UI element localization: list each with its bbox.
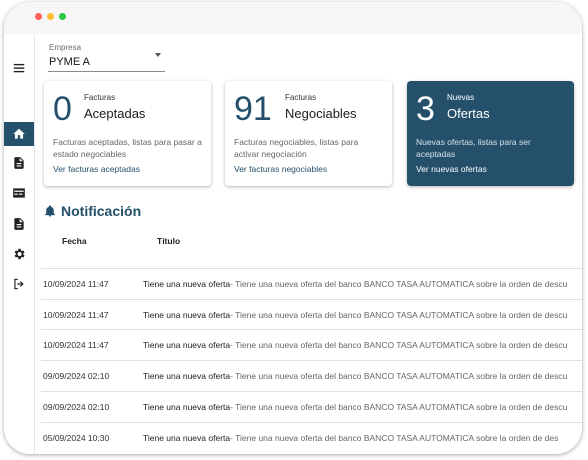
row-date: 05/09/2024 10:30 xyxy=(43,433,110,443)
row-date: 10/09/2024 11:47 xyxy=(43,310,109,320)
column-header-title: Título xyxy=(157,236,181,246)
card-icon[interactable] xyxy=(4,181,34,205)
row-date: 09/09/2024 02:10 xyxy=(43,371,110,381)
row-message: - Tiene una nueva oferta del banco BANCO… xyxy=(230,371,568,381)
row-title: Tiene una nueva oferta- Tiene una nueva … xyxy=(143,310,582,320)
notifications-heading: Notificación xyxy=(45,203,141,219)
new-offers-count: 3 xyxy=(416,90,435,128)
row-title: Tiene una nueva oferta- Tiene una nueva … xyxy=(143,371,582,381)
row-title-text: Tiene una nueva oferta xyxy=(143,433,231,443)
row-message: - Tiene una nueva oferta del banco BANCO… xyxy=(230,310,568,320)
negotiable-invoices-title: Negociables xyxy=(285,106,357,121)
row-title: Tiene una nueva oferta- Tiene una nueva … xyxy=(143,402,582,412)
document-icon[interactable] xyxy=(4,212,34,236)
accepted-invoices-title: Aceptadas xyxy=(84,106,146,121)
sidebar xyxy=(4,34,35,454)
negotiable-invoices-count: 91 xyxy=(234,90,272,128)
accepted-invoices-description: Facturas aceptadas, listas para pasar a … xyxy=(53,137,202,159)
row-title: Tiene una nueva oferta- Tiene una nueva … xyxy=(143,279,582,289)
row-title: Tiene una nueva oferta- Tiene una nueva … xyxy=(143,433,582,443)
close-window-button[interactable] xyxy=(35,13,42,20)
chevron-down-icon[interactable] xyxy=(155,53,161,57)
gear-icon[interactable] xyxy=(4,242,34,266)
menu-icon[interactable] xyxy=(4,56,34,80)
minimize-window-button[interactable] xyxy=(47,13,54,20)
accepted-invoices-count: 0 xyxy=(53,90,72,128)
row-title-text: Tiene una nueva oferta xyxy=(143,310,231,320)
table-row[interactable]: 10/09/2024 11:47 Tiene una nueva oferta-… xyxy=(41,299,582,330)
home-icon[interactable] xyxy=(4,122,34,146)
column-header-date: Fecha xyxy=(62,236,87,246)
main-content: Empresa PYME A 0 Facturas Aceptadas Fact… xyxy=(35,34,582,454)
row-title-text: Tiene una nueva oferta xyxy=(143,279,231,289)
row-date: 10/09/2024 11:47 xyxy=(43,340,109,350)
table-row[interactable]: 10/09/2024 11:47 Tiene una nueva oferta-… xyxy=(41,329,582,360)
row-message: - Tiene una nueva oferta del banco BANCO… xyxy=(230,402,568,412)
row-title-text: Tiene una nueva oferta xyxy=(143,340,231,350)
new-offers-small-label: Nuevas xyxy=(447,93,475,102)
negotiable-invoices-description: Facturas negociables, listas para activa… xyxy=(234,137,359,159)
table-row[interactable]: 10/09/2024 11:47 Tiene una nueva oferta-… xyxy=(41,268,582,299)
table-row[interactable]: 09/09/2024 02:10 Tiene una nueva oferta-… xyxy=(41,360,582,391)
row-date: 10/09/2024 11:47 xyxy=(43,279,109,289)
row-message: - Tiene una nueva oferta del banco BANCO… xyxy=(230,279,568,289)
row-date: 09/09/2024 02:10 xyxy=(43,402,110,412)
window-titlebar xyxy=(4,2,582,34)
company-select-label: Empresa xyxy=(49,43,82,52)
view-negotiable-invoices-link[interactable]: Ver facturas negociables xyxy=(234,164,327,174)
negotiable-invoices-card: 91 Facturas Negociables Facturas negocia… xyxy=(225,81,392,186)
company-select[interactable]: Empresa PYME A xyxy=(48,40,165,72)
table-row[interactable]: 05/09/2024 10:30 Tiene una nueva oferta-… xyxy=(41,422,582,453)
new-offers-title: Ofertas xyxy=(447,106,490,121)
row-message: - Tiene una nueva oferta del banco BANCO… xyxy=(230,340,568,350)
row-message: - Tiene una nueva oferta del banco BANCO… xyxy=(230,433,559,443)
company-select-value: PYME A xyxy=(49,56,90,68)
view-accepted-invoices-link[interactable]: Ver facturas aceptadas xyxy=(53,164,140,174)
app-window: Empresa PYME A 0 Facturas Aceptadas Fact… xyxy=(4,2,582,454)
accepted-invoices-card: 0 Facturas Aceptadas Facturas aceptadas,… xyxy=(44,81,211,186)
maximize-window-button[interactable] xyxy=(59,13,66,20)
row-title-text: Tiene una nueva oferta xyxy=(143,371,231,381)
view-new-offers-link[interactable]: Ver nuevas ofertas xyxy=(416,164,487,174)
new-offers-card: 3 Nuevas Ofertas Nuevas ofertas, listas … xyxy=(407,81,574,186)
negotiable-invoices-small-label: Facturas xyxy=(285,93,317,102)
table-row[interactable]: 09/09/2024 02:10 Tiene una nueva oferta-… xyxy=(41,391,582,422)
notifications-title: Notificación xyxy=(61,203,142,219)
row-title: Tiene una nueva oferta- Tiene una nueva … xyxy=(143,340,582,350)
new-offers-description: Nuevas ofertas, listas para ser aceptada… xyxy=(416,137,531,159)
document-icon[interactable] xyxy=(4,151,34,175)
row-title-text: Tiene una nueva oferta xyxy=(143,402,231,412)
accepted-invoices-small-label: Facturas xyxy=(84,93,116,102)
logout-icon[interactable] xyxy=(4,272,34,296)
bell-icon xyxy=(45,205,55,217)
